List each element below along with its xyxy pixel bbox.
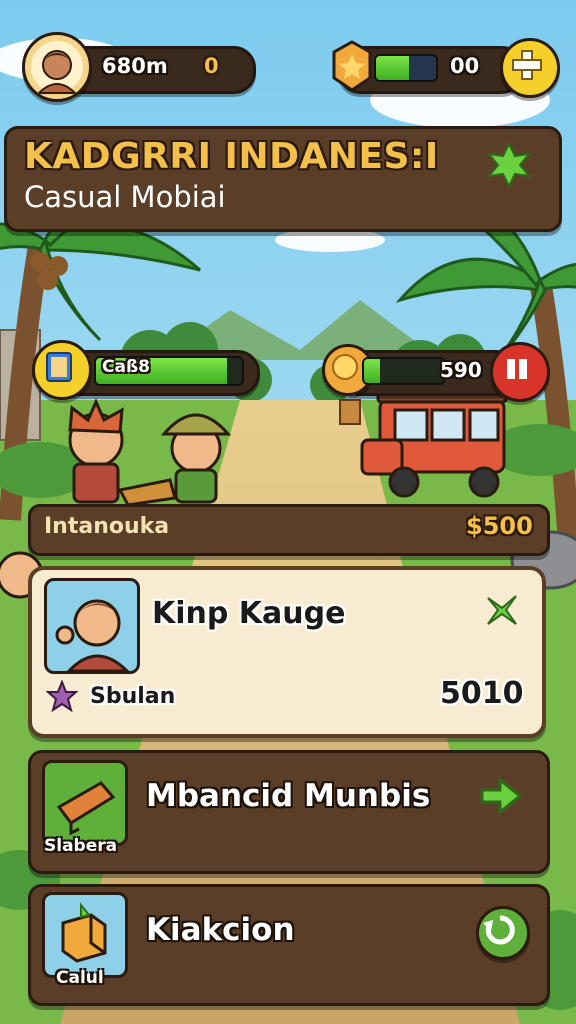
arrow-right-icon[interactable] <box>478 776 524 816</box>
coin-bar-value: 590 <box>440 358 482 382</box>
add-energy-button[interactable] <box>500 38 560 98</box>
player-avatar[interactable] <box>22 32 92 102</box>
action-card-title: Kiakcion <box>146 912 295 948</box>
waving-villager-icon <box>55 599 130 671</box>
character-portrait <box>44 578 140 674</box>
coin-bar <box>362 357 446 385</box>
game-subtitle: Casual Mobiai <box>24 180 226 214</box>
featured-card-title: Kinp Kauge <box>152 596 346 631</box>
market-card-title: Mbancid Munbis <box>146 778 431 814</box>
location-label: Intanouka <box>44 514 170 539</box>
market-icon-label: Slabera <box>44 836 118 856</box>
supply-bar-label: Caß8 <box>102 357 151 377</box>
energy-bar <box>374 54 438 82</box>
location-value: $500 <box>466 512 533 540</box>
wood-plank-icon <box>56 781 116 836</box>
book-icon <box>32 340 92 400</box>
energy-bar-fill <box>376 56 409 80</box>
market-icon-tile <box>42 760 128 846</box>
coin-bar-fill <box>364 359 380 383</box>
player-distance-value: 680m <box>102 54 168 78</box>
plus-icon <box>512 50 542 80</box>
player-count-value: 0 <box>204 54 219 78</box>
game-title: KADGRRI INDANES:I <box>24 136 439 177</box>
refresh-button[interactable] <box>476 906 530 960</box>
villager-portrait-icon <box>31 41 83 94</box>
star-icon <box>45 679 79 713</box>
leaf-emblem-icon <box>484 140 534 190</box>
action-icon-tile <box>42 892 128 978</box>
pause-icon <box>507 359 527 379</box>
star-badge-icon <box>330 40 374 92</box>
pause-button[interactable] <box>490 342 550 402</box>
action-icon-label: Calul <box>56 968 104 988</box>
supply-crate-icon <box>61 902 107 963</box>
refresh-icon <box>483 915 515 945</box>
check-mark-icon <box>482 590 522 630</box>
featured-card-value: 5010 <box>440 676 524 711</box>
energy-value: 00 <box>450 54 480 78</box>
featured-card-sublabel: Sbulan <box>90 684 176 709</box>
